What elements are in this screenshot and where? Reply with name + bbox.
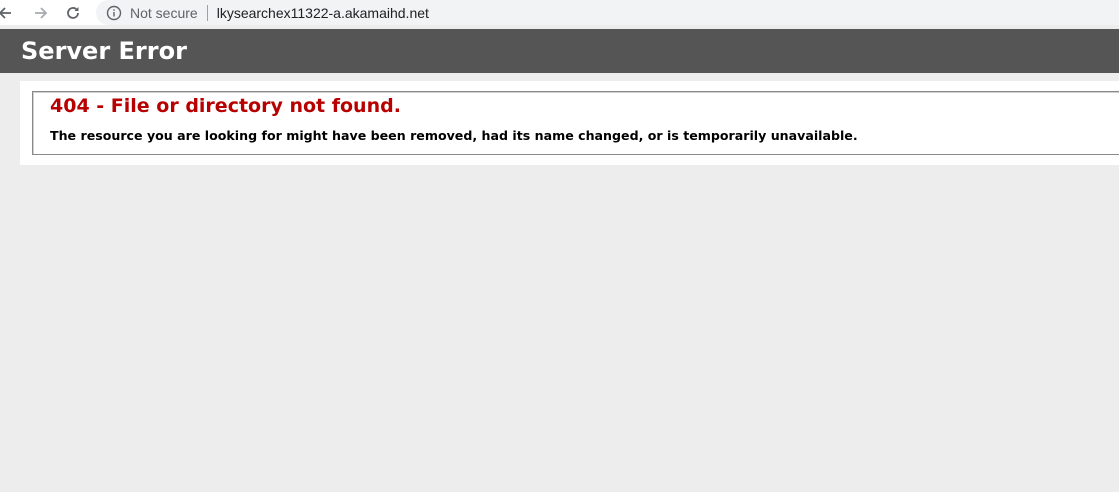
security-status-label[interactable]: Not secure bbox=[130, 5, 198, 21]
error-fieldset: 404 - File or directory not found. The r… bbox=[32, 91, 1119, 155]
reload-icon bbox=[67, 6, 79, 19]
page-title: Server Error bbox=[21, 37, 187, 65]
address-bar[interactable]: Not secure lkysearchex11322-a.akamaihd.n… bbox=[96, 0, 1119, 25]
info-icon[interactable] bbox=[106, 5, 122, 21]
omnibox-divider bbox=[206, 4, 208, 21]
arrow-right-icon bbox=[35, 6, 48, 19]
reload-button[interactable] bbox=[62, 2, 84, 24]
forward-button[interactable] bbox=[30, 2, 52, 24]
page-header: Server Error bbox=[0, 29, 1119, 73]
error-title: 404 - File or directory not found. bbox=[50, 95, 401, 117]
back-button[interactable] bbox=[0, 2, 16, 24]
error-description: The resource you are looking for might h… bbox=[50, 128, 858, 143]
url-text[interactable]: lkysearchex11322-a.akamaihd.net bbox=[217, 5, 429, 21]
content-panel: 404 - File or directory not found. The r… bbox=[20, 81, 1119, 165]
arrow-left-icon bbox=[0, 6, 11, 19]
browser-toolbar: Not secure lkysearchex11322-a.akamaihd.n… bbox=[0, 0, 1119, 25]
